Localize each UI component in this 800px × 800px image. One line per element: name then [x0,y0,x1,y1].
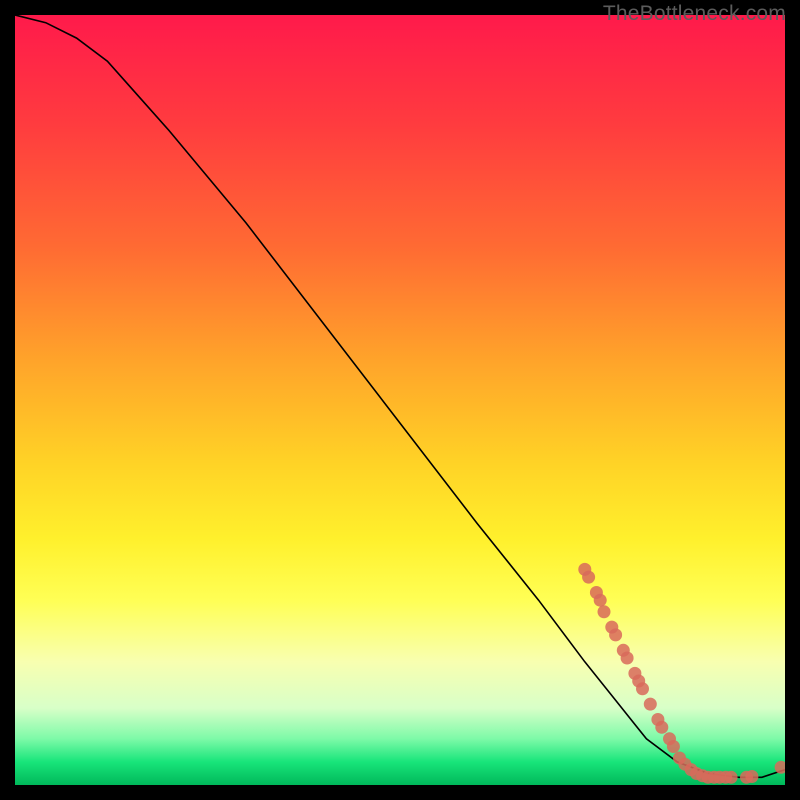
data-point-marker [594,594,607,607]
watermark-text: TheBottleneck.com [603,2,786,26]
chart-plot-area [15,15,785,785]
chart-svg [15,15,785,785]
data-point-marker [655,721,668,734]
curve-markers [578,563,785,784]
data-point-marker [609,628,622,641]
curve-line [15,15,785,777]
data-point-marker [621,652,634,665]
data-point-marker [636,682,649,695]
data-point-marker [598,605,611,618]
data-point-marker [725,771,738,784]
data-point-marker [582,571,595,584]
chart-frame: TheBottleneck.com [0,0,800,800]
data-point-marker [667,740,680,753]
data-point-marker [745,770,758,783]
data-point-marker [644,698,657,711]
